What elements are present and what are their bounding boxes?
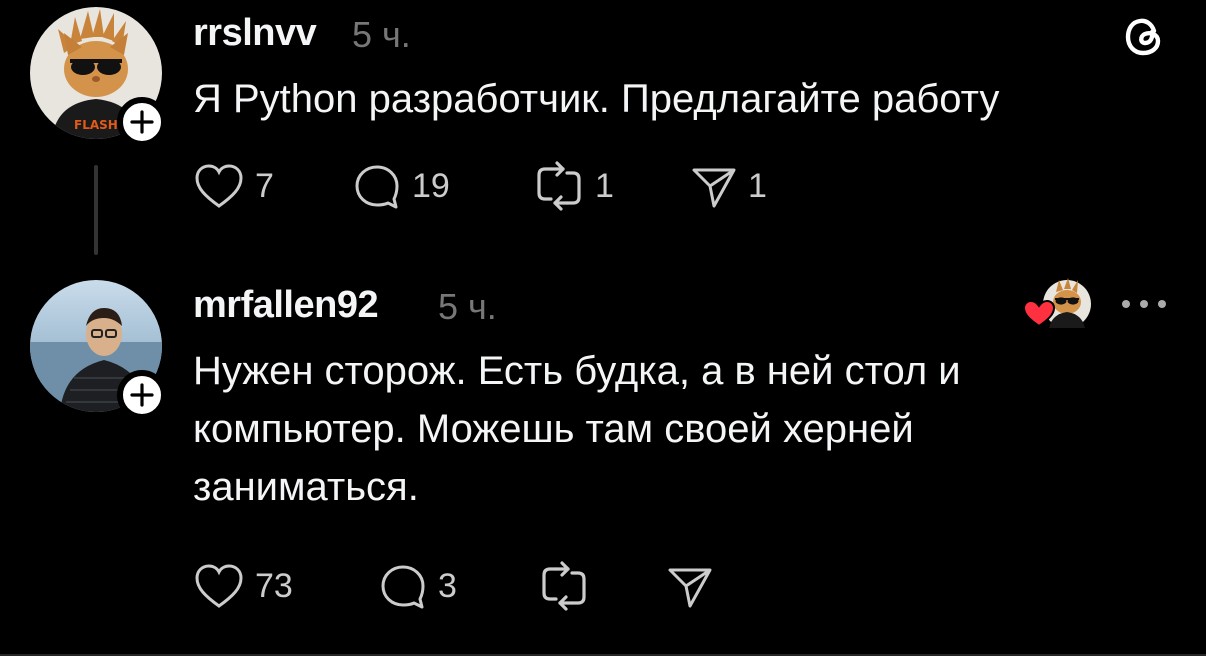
reply-button[interactable]: 3 [378, 561, 457, 611]
svg-text:FLASH: FLASH [74, 118, 118, 132]
reply-count: 3 [438, 566, 457, 605]
share-button[interactable]: 1 [690, 161, 767, 211]
reply-count: 19 [412, 166, 450, 205]
follow-button[interactable] [117, 370, 167, 420]
like-button[interactable]: 73 [193, 561, 293, 611]
comment-icon [355, 165, 399, 209]
post-rrslnvv: FLASH rrslnvv 5 ч. Я Python разработчик.… [0, 0, 1206, 260]
repost-icon [542, 561, 586, 611]
repost-button[interactable]: 1 [533, 161, 614, 211]
repost-button[interactable] [538, 561, 600, 611]
plus-icon [130, 383, 154, 407]
repost-icon [537, 161, 581, 211]
post-mrfallen92: mrfallen92 5 ч. Нужен сторож. Есть будка… [0, 260, 1206, 656]
timestamp: 5 ч. [352, 14, 411, 55]
post-text: Нужен сторож. Есть будка, а в ней стол и… [193, 349, 961, 509]
thread-connector [94, 165, 98, 255]
comment-icon [381, 565, 425, 609]
threads-logo-icon[interactable] [1121, 12, 1169, 60]
repost-count: 1 [595, 166, 614, 205]
username[interactable]: rrslnvv [193, 12, 317, 55]
heart-icon [195, 564, 243, 608]
timestamp: 5 ч. [438, 286, 497, 327]
like-button[interactable]: 7 [193, 161, 274, 211]
reply-button[interactable]: 19 [352, 161, 450, 211]
liked-by-author-badge [1022, 278, 1094, 334]
send-icon [692, 168, 736, 208]
like-count: 7 [255, 166, 274, 205]
post-text: Я Python разработчик. Предлагайте работу [193, 77, 1000, 121]
author-avatar-heart-icon [1022, 278, 1091, 328]
send-icon [668, 568, 712, 608]
username[interactable]: mrfallen92 [193, 284, 379, 327]
follow-button[interactable] [117, 97, 167, 147]
like-count: 73 [255, 566, 293, 605]
plus-icon [130, 110, 154, 134]
heart-icon [195, 164, 243, 208]
share-button[interactable] [666, 561, 724, 611]
share-count: 1 [748, 166, 767, 205]
more-options-icon[interactable] [1118, 294, 1170, 314]
